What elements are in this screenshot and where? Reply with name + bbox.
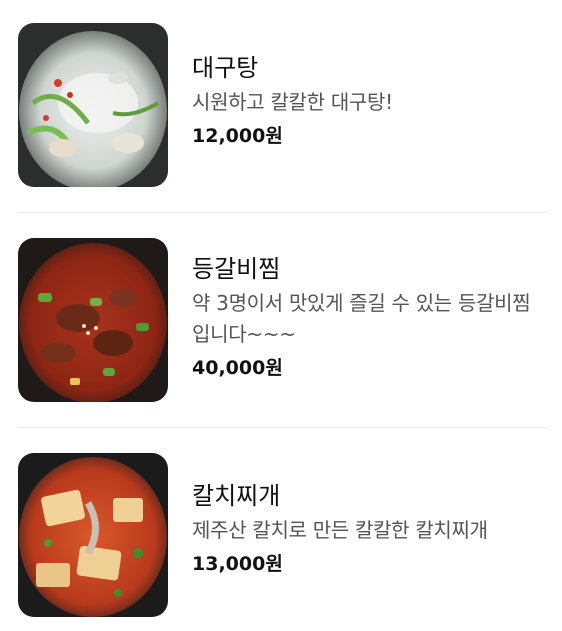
menu-item-price: 40,000원	[192, 357, 283, 379]
cutlassfish-stew-photo	[18, 453, 168, 617]
braised-back-ribs-photo	[18, 238, 168, 402]
menu-item-photo[interactable]	[18, 238, 168, 402]
menu-item-info: 대구탕 시원하고 칼칼한 대구탕! 12,000원	[192, 23, 548, 150]
menu-item-cod-stew[interactable]: 대구탕 시원하고 칼칼한 대구탕! 12,000원	[18, 23, 548, 187]
menu-item-photo[interactable]	[18, 453, 168, 617]
divider	[18, 427, 548, 428]
menu-item-braised-ribs[interactable]: 등갈비찜 약 3명이서 맛있게 즐길 수 있는 등갈비찜입니다~~~ 40,00…	[18, 238, 548, 402]
menu-item-description: 약 3명이서 맛있게 즐길 수 있는 등갈비찜입니다~~~	[192, 291, 531, 346]
menu-item-description: 제주산 칼치로 만든 칼칼한 칼치찌개	[192, 518, 488, 542]
menu-item-photo[interactable]	[18, 23, 168, 187]
menu-item-price: 12,000원	[192, 125, 283, 147]
cod-stew-photo	[18, 23, 168, 187]
menu-item-name: 칼치찌개	[192, 482, 281, 510]
menu-item-cutlassfish-stew[interactable]: 칼치찌개 제주산 칼치로 만든 칼칼한 칼치찌개 13,000원	[18, 453, 548, 617]
divider	[18, 212, 548, 213]
menu-item-description: 시원하고 칼칼한 대구탕!	[192, 90, 393, 114]
menu-item-info: 등갈비찜 약 3명이서 맛있게 즐길 수 있는 등갈비찜입니다~~~ 40,00…	[192, 238, 548, 382]
menu-item-name: 등갈비찜	[192, 255, 281, 283]
menu-item-price: 13,000원	[192, 553, 283, 575]
menu-item-name: 대구탕	[192, 54, 259, 82]
menu-list: 대구탕 시원하고 칼칼한 대구탕! 12,000원 등갈비찜 약 3명이서 맛있…	[0, 0, 562, 631]
menu-item-info: 칼치찌개 제주산 칼치로 만든 칼칼한 칼치찌개 13,000원	[192, 453, 548, 578]
